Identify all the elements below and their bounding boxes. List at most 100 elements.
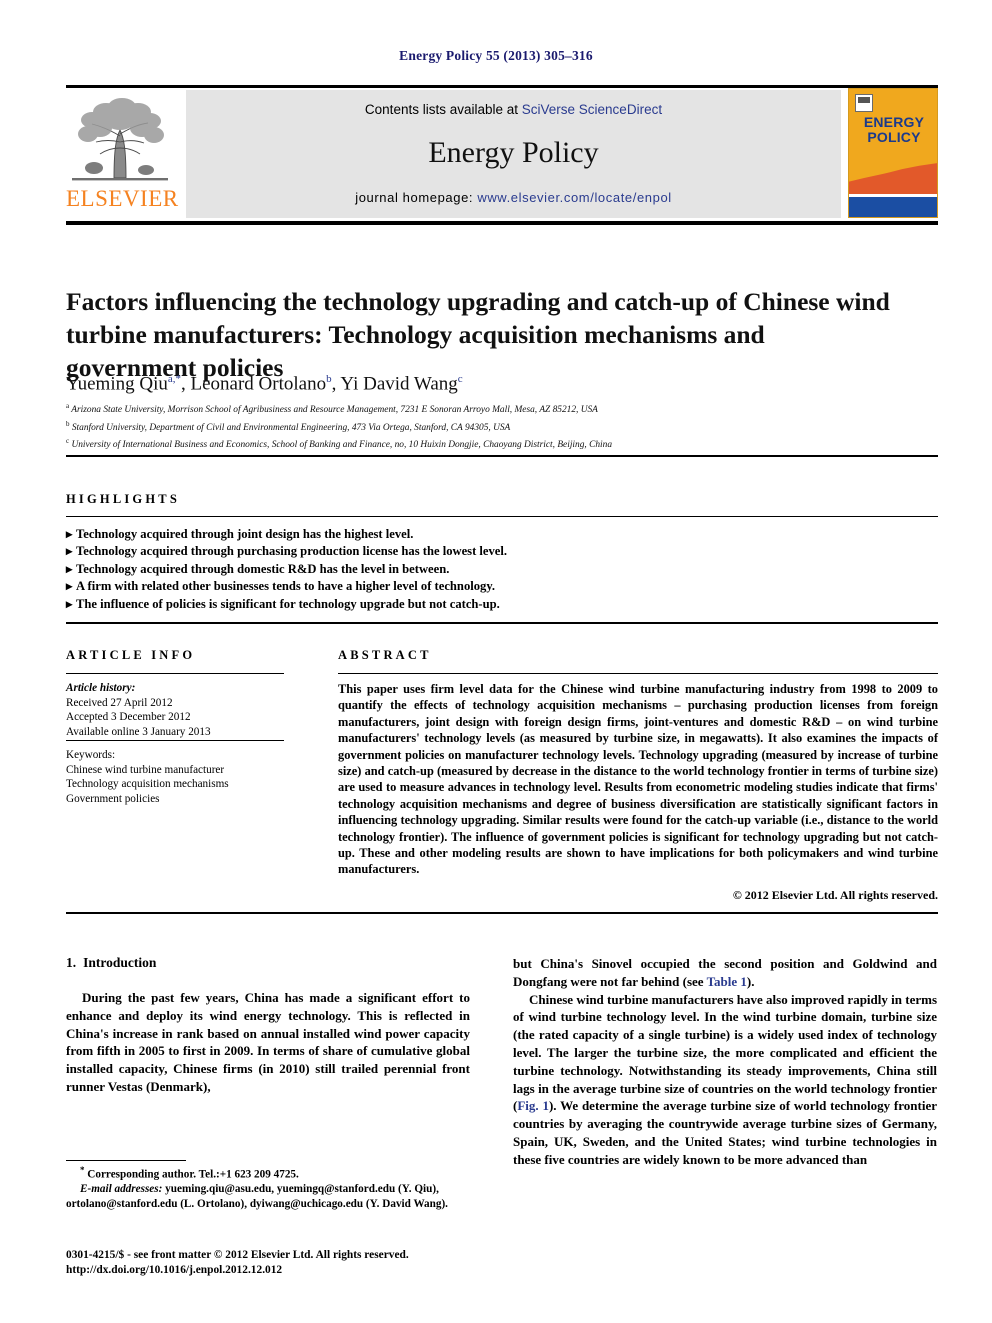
article-history-item-0: Received 27 April 2012 [66, 696, 173, 709]
author-name-1: Leonard Ortolano [190, 373, 327, 395]
affiliation-text-1: Stanford University, Department of Civil… [71, 422, 511, 433]
section-heading-introduction: 1. Introduction [66, 955, 470, 971]
abstract-label: ABSTRACT [338, 648, 432, 662]
paragraph-text: During the past few years, China has mad… [66, 990, 470, 1094]
affiliation-text-0: Arizona State University, Morrison Schoo… [71, 405, 598, 416]
journal-homepage-line: journal homepage: www.elsevier.com/locat… [186, 190, 841, 205]
article-history-item-2: Available online 3 January 2013 [66, 725, 211, 738]
keyword-item-1: Technology acquisition mechanisms [66, 778, 229, 791]
cover-title-line1: ENERGY [863, 114, 925, 130]
author-name-0: Yueming Qiu [66, 373, 168, 395]
author-list: Yueming Qiua,*, Leonard Ortolanob, Yi Da… [66, 373, 463, 395]
paragraph-continuation: but China's Sinovel occupied the second … [513, 955, 937, 991]
bullet-icon: ▸ [66, 596, 73, 611]
cover-red-band [849, 162, 937, 195]
corresponding-author-text: Corresponding author. Tel.:+1 623 209 47… [87, 1168, 299, 1181]
contents-lists-line: Contents lists available at SciVerse Sci… [186, 102, 841, 117]
article-info-rule [66, 673, 284, 674]
journal-cover-thumbnail: ENERGY POLICY [848, 88, 938, 218]
paragraph-text: Chinese wind turbine manufacturers have … [513, 991, 937, 1169]
running-head: Energy Policy 55 (2013) 305–316 [399, 48, 593, 63]
keywords-heading: Keywords: [66, 749, 116, 761]
highlight-item: ▸ Technology acquired through domestic R&… [66, 561, 766, 578]
bullet-icon: ▸ [66, 579, 73, 594]
elsevier-badge-icon [855, 94, 873, 112]
footnote-separator-rule [66, 1160, 186, 1161]
journal-masthead: ELSEVIER Contents lists available at Sci… [66, 88, 938, 220]
section-title: Introduction [83, 955, 157, 970]
highlights-label: HIGHLIGHTS [66, 492, 180, 506]
bullet-icon: ▸ [66, 527, 73, 541]
rule-below-abstract [66, 912, 938, 914]
affiliation-1: b Stanford University, Department of Civ… [66, 418, 936, 436]
cover-blue-band [849, 197, 937, 217]
article-history-rule [66, 740, 284, 741]
article-title: Factors influencing the technology upgra… [66, 287, 890, 383]
email-label: E-mail addresses: [80, 1183, 163, 1196]
cover-title: ENERGY POLICY [849, 114, 937, 145]
article-history-block: Article history: Received 27 April 2012 … [66, 681, 296, 739]
affiliation-mark-1: b [66, 419, 70, 428]
affiliation-0: a Arizona State University, Morrison Sch… [66, 400, 936, 418]
corresponding-author-note: * Corresponding author. Tel.:+1 623 209 … [66, 1163, 470, 1182]
affiliation-mark-0: a [66, 402, 70, 410]
contents-prefix: Contents lists available at [364, 102, 522, 117]
affiliation-2: c University of International Business a… [66, 435, 936, 453]
rule-below-affiliations [66, 455, 938, 457]
journal-article-page: Energy Policy 55 (2013) 305–316 ELSEVIER… [0, 0, 992, 1323]
elsevier-logo: ELSEVIER [66, 90, 179, 218]
copyright-line: © 2012 Elsevier Ltd. All rights reserved… [732, 888, 938, 902]
paragraph-pre: Chinese wind turbine manufacturers have … [513, 991, 937, 1114]
journal-homepage-link[interactable]: www.elsevier.com/locate/enpol [477, 190, 671, 205]
author-name-2: Yi David Wang [340, 373, 458, 395]
journal-title: Energy Policy [428, 136, 599, 169]
rule-below-highlights [66, 622, 938, 624]
intro-paragraph-left: During the past few years, China has mad… [66, 989, 470, 1096]
imprint-line-1: 0301-4215/$ - see front matter © 2012 El… [66, 1249, 409, 1261]
imprint-line-2: http://dx.doi.org/10.1016/j.enpol.2012.1… [66, 1264, 283, 1277]
highlight-item: ▸ A firm with related other businesses te… [66, 578, 766, 595]
highlight-text-3: A firm with related other businesses ten… [76, 579, 496, 594]
article-history-heading: Article history: [66, 682, 136, 694]
article-history-item-1: Accepted 3 December 2012 [66, 711, 191, 724]
cover-title-line2: POLICY [867, 129, 921, 145]
paragraph-post: ). We determine the average turbine size… [513, 1098, 937, 1167]
keyword-item-2: Government policies [66, 792, 160, 805]
elsevier-tree-icon [72, 98, 168, 181]
keyword-item-0: Chinese wind turbine manufacturer [66, 763, 225, 776]
author-marks-2: c [457, 373, 463, 385]
highlight-text-0: Technology acquired through joint design… [76, 527, 414, 541]
section-number: 1. [66, 955, 77, 970]
asterisk-icon: * [80, 1165, 85, 1175]
abstract-rule [338, 673, 938, 674]
bullet-icon: ▸ [66, 544, 73, 559]
article-info-label: ARTICLE INFO [66, 648, 196, 662]
paragraph-post: ). [746, 973, 755, 989]
fig-1-link[interactable]: Fig. 1 [517, 1098, 549, 1113]
body-column-right: but China's Sinovel occupied the second … [513, 955, 937, 1169]
affiliation-text-2: University of International Business and… [71, 440, 613, 451]
keywords-block: Keywords: Chinese wind turbine manufactu… [66, 748, 296, 806]
highlight-text-1: Technology acquired through purchasing p… [76, 544, 508, 559]
author-marks-1: b [326, 373, 332, 385]
highlights-list: ▸ Technology acquired through joint desig… [66, 526, 766, 613]
body-column-left: 1. Introduction During the past few years… [66, 955, 470, 1096]
highlight-text-2: Technology acquired through domestic R&D… [76, 561, 450, 576]
elsevier-wordmark: ELSEVIER [66, 186, 179, 211]
highlight-item: ▸ The influence of policies is significan… [66, 596, 766, 613]
affiliation-list: a Arizona State University, Morrison Sch… [66, 400, 936, 453]
journal-contents-box: Contents lists available at SciVerse Sci… [186, 90, 841, 218]
imprint-block: 0301-4215/$ - see front matter © 2012 El… [66, 1248, 486, 1279]
homepage-prefix: journal homepage: [355, 190, 478, 205]
sciencedirect-link[interactable]: SciVerse ScienceDirect [522, 102, 662, 117]
author-marks-0: a,* [167, 373, 181, 385]
table-1-link[interactable]: Table 1 [707, 974, 747, 989]
footnote-block: * Corresponding author. Tel.:+1 623 209 … [66, 1163, 470, 1211]
affiliation-mark-2: c [66, 437, 70, 446]
bullet-icon: ▸ [66, 561, 73, 576]
highlight-item: ▸ Technology acquired through purchasing … [66, 543, 766, 560]
highlight-text-4: The influence of policies is significant… [76, 596, 500, 611]
masthead-bottom-rule [66, 221, 938, 225]
intro-paragraphs-right: but China's Sinovel occupied the second … [513, 955, 937, 1169]
highlights-rule [66, 516, 938, 517]
